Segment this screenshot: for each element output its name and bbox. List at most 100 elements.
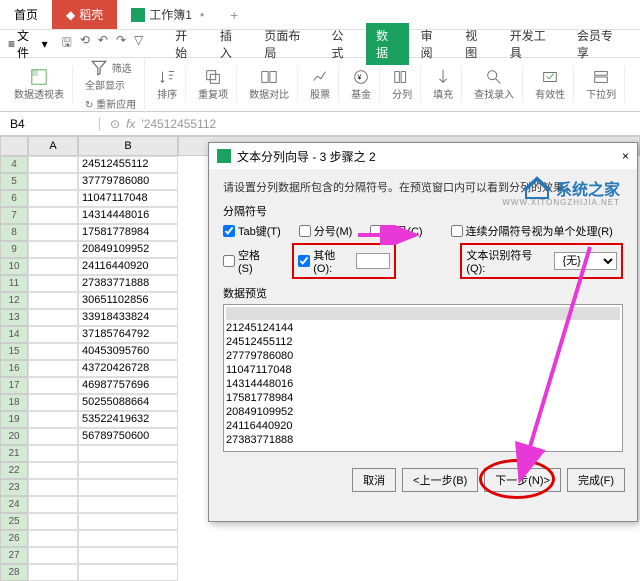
cell[interactable]: 56789750600 <box>78 428 178 445</box>
cell[interactable]: 11047117048 <box>78 190 178 207</box>
tab-daoke[interactable]: ◆稻壳 <box>52 0 117 29</box>
cancel-button[interactable]: 取消 <box>352 468 396 492</box>
preview-box[interactable]: 2124512414424512455112277797860801104711… <box>223 304 623 452</box>
select-all-corner[interactable] <box>0 136 28 156</box>
dropdown-icon[interactable]: ▽ <box>134 33 143 54</box>
cell[interactable]: 17581778984 <box>78 224 178 241</box>
cell[interactable]: 40453095760 <box>78 343 178 360</box>
cell[interactable] <box>78 462 178 479</box>
chk-tab[interactable]: Tab键(T) <box>223 223 281 239</box>
row-header[interactable]: 14 <box>0 326 28 343</box>
cell[interactable] <box>78 530 178 547</box>
cell[interactable] <box>28 513 78 530</box>
ribbon-dropdown[interactable]: 下拉列 <box>578 66 625 103</box>
ribbon-reapply[interactable]: ↻ 重新应用 <box>85 96 136 111</box>
ribbon-filter[interactable]: 筛选 全部显示 ↻ 重新应用 <box>77 57 145 113</box>
col-header-a[interactable]: A <box>28 136 78 156</box>
cell[interactable]: 24512455112 <box>78 156 178 173</box>
cell[interactable] <box>28 207 78 224</box>
ribbon-sort[interactable]: 排序 <box>149 66 186 103</box>
col-header-b[interactable]: B <box>78 136 178 156</box>
row-header[interactable]: 27 <box>0 547 28 564</box>
row-header[interactable]: 4 <box>0 156 28 173</box>
cell[interactable]: 27383771888 <box>78 275 178 292</box>
other-delimiter-input[interactable] <box>356 253 390 269</box>
row-header[interactable]: 12 <box>0 292 28 309</box>
row-header[interactable]: 8 <box>0 224 28 241</box>
cell[interactable] <box>28 530 78 547</box>
row-header[interactable]: 19 <box>0 411 28 428</box>
tab-dev[interactable]: 开发工具 <box>500 23 565 65</box>
cell[interactable] <box>28 360 78 377</box>
row-header[interactable]: 17 <box>0 377 28 394</box>
chk-space[interactable]: 空格(S) <box>223 247 274 275</box>
ribbon-split[interactable]: 分列 <box>384 66 421 103</box>
tab-start[interactable]: 开始 <box>165 23 208 65</box>
row-header[interactable]: 28 <box>0 564 28 581</box>
cell[interactable] <box>28 309 78 326</box>
cell[interactable] <box>28 241 78 258</box>
ribbon-pivot[interactable]: 数据透视表 <box>6 66 73 103</box>
cell[interactable]: 43720426728 <box>78 360 178 377</box>
text-qualifier-select[interactable]: {无} <box>554 252 617 270</box>
cell[interactable] <box>28 394 78 411</box>
finish-button[interactable]: 完成(F) <box>567 468 625 492</box>
file-menu[interactable]: ≡ 文件 ▾ <box>8 27 48 61</box>
cell[interactable]: 46987757696 <box>78 377 178 394</box>
row-header[interactable]: 7 <box>0 207 28 224</box>
cell[interactable] <box>28 326 78 343</box>
cell[interactable]: 14314448016 <box>78 207 178 224</box>
cell[interactable] <box>78 547 178 564</box>
cell[interactable] <box>28 547 78 564</box>
ribbon-compare[interactable]: 数据对比 <box>241 66 298 103</box>
cell[interactable] <box>28 292 78 309</box>
ribbon-lookup[interactable]: 查找录入 <box>466 66 523 103</box>
cell[interactable] <box>78 479 178 496</box>
row-header[interactable]: 5 <box>0 173 28 190</box>
tab-review[interactable]: 审阅 <box>411 23 454 65</box>
cell[interactable] <box>28 479 78 496</box>
row-header[interactable]: 25 <box>0 513 28 530</box>
row-header[interactable]: 22 <box>0 462 28 479</box>
tab-layout[interactable]: 页面布局 <box>254 23 319 65</box>
tab-insert[interactable]: 插入 <box>210 23 253 65</box>
row-header[interactable]: 9 <box>0 241 28 258</box>
next-button[interactable]: 下一步(N)> <box>484 468 561 492</box>
row-header[interactable]: 24 <box>0 496 28 513</box>
formula-input[interactable]: '24512455112 <box>141 117 216 131</box>
cell[interactable] <box>28 462 78 479</box>
tab-home[interactable]: 首页 <box>0 0 52 29</box>
row-header[interactable]: 23 <box>0 479 28 496</box>
row-header[interactable]: 18 <box>0 394 28 411</box>
cell[interactable] <box>28 156 78 173</box>
tab-data[interactable]: 数据 <box>366 23 409 65</box>
cell[interactable] <box>78 445 178 462</box>
cell[interactable]: 37185764792 <box>78 326 178 343</box>
row-header[interactable]: 10 <box>0 258 28 275</box>
tab-formula[interactable]: 公式 <box>322 23 365 65</box>
tab-member[interactable]: 会员专享 <box>567 23 632 65</box>
cell[interactable]: 33918433824 <box>78 309 178 326</box>
redo-icon[interactable]: ↷ <box>116 33 126 54</box>
save-icon[interactable]: 🖫 <box>62 33 72 54</box>
chk-other[interactable]: 其他(O): <box>298 247 353 275</box>
cell[interactable]: 37779786080 <box>78 173 178 190</box>
ribbon-valid[interactable]: 有效性 <box>527 66 574 103</box>
cell[interactable] <box>28 258 78 275</box>
cell[interactable] <box>78 513 178 530</box>
cell[interactable] <box>28 190 78 207</box>
ribbon-showall[interactable]: 全部显示 <box>85 77 125 92</box>
ribbon-dup[interactable]: 重复项 <box>190 66 237 103</box>
chk-comma[interactable]: 逗号(C) <box>370 223 422 239</box>
cell[interactable] <box>28 445 78 462</box>
name-box[interactable]: B4 <box>0 117 100 131</box>
row-header[interactable]: 26 <box>0 530 28 547</box>
ribbon-fund[interactable]: ¥基金 <box>343 66 380 103</box>
cell[interactable]: 20849109952 <box>78 241 178 258</box>
cell[interactable] <box>28 411 78 428</box>
cell[interactable]: 30651102856 <box>78 292 178 309</box>
cell[interactable]: 53522419632 <box>78 411 178 428</box>
cell[interactable] <box>28 496 78 513</box>
chk-consecutive[interactable]: 连续分隔符号视为单个处理(R) <box>451 223 613 239</box>
cell[interactable] <box>28 377 78 394</box>
